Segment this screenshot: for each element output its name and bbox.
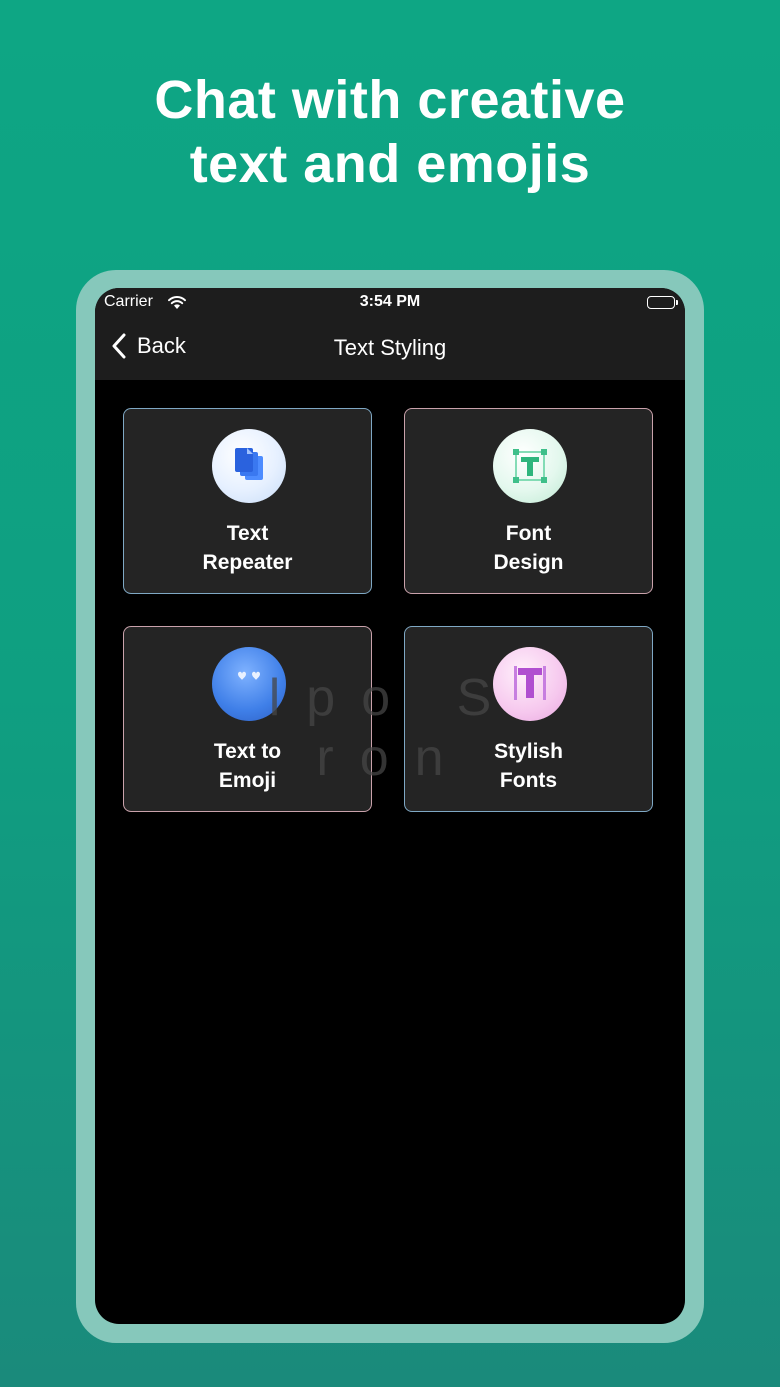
card-font-design[interactable]: Font Design — [404, 408, 653, 594]
battery-icon — [647, 296, 678, 309]
card-stylish-fonts[interactable]: Stylish Fonts — [404, 626, 653, 812]
card-label-line-2: Fonts — [499, 769, 558, 792]
card-label-line-1: Font — [505, 522, 552, 545]
card-label: Stylish Fonts — [405, 737, 652, 795]
status-bar: Carrier 3:54 PM — [95, 293, 685, 317]
navigation-header: Carrier 3:54 PM Back Text Styling — [95, 288, 685, 380]
card-text-to-emoji[interactable]: Text to Emoji — [123, 626, 372, 812]
stylish-t-icon — [493, 647, 567, 721]
card-label-line-2: Design — [493, 551, 564, 574]
card-label-line-2: Emoji — [218, 769, 277, 792]
headline-line-2: text and emojis — [189, 134, 591, 194]
card-label-line-1: Stylish — [494, 740, 563, 763]
card-label-line-1: Text to — [213, 740, 282, 763]
card-label: Text to Emoji — [124, 737, 371, 795]
card-label-line-2: Repeater — [202, 551, 293, 574]
heart-eyes-emoji-icon — [212, 647, 286, 721]
page-title: Text Styling — [333, 335, 447, 360]
card-label-line-1: Text — [226, 522, 269, 545]
device-screen: Carrier 3:54 PM Back Text Styling Text R… — [95, 288, 685, 1324]
card-label: Text Repeater — [124, 519, 371, 577]
card-text-repeater[interactable]: Text Repeater — [123, 408, 372, 594]
headline-line-1: Chat with creative — [154, 70, 626, 130]
card-label: Font Design — [405, 519, 652, 577]
promo-headline: Chat with creative text and emojis — [0, 68, 780, 196]
nav-bar: Back Text Styling — [95, 328, 685, 368]
font-design-icon — [493, 429, 567, 503]
copy-pages-icon — [212, 429, 286, 503]
status-time: 3:54 PM — [359, 293, 421, 310]
